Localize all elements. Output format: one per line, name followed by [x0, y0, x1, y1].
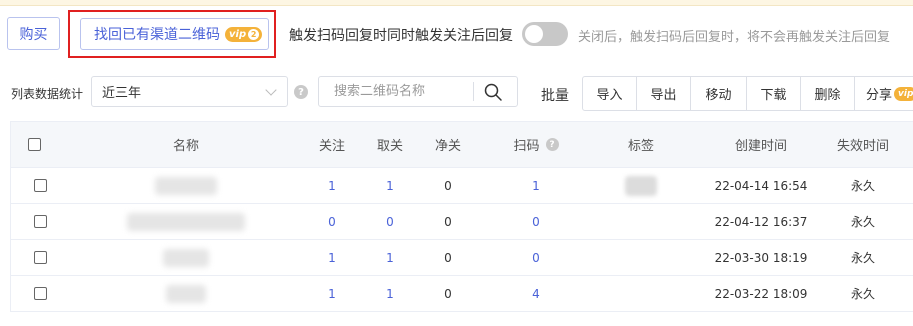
redacted-name — [166, 284, 206, 303]
row-select-cell — [34, 240, 54, 275]
search-divider — [473, 82, 474, 101]
row-unfollow[interactable]: 1 — [365, 240, 415, 275]
row-expire: 永久 — [850, 215, 875, 229]
row-tag — [616, 168, 666, 203]
row-follow[interactable]: 1 — [307, 240, 357, 275]
row-created: 22-04-12 16:37 — [714, 214, 808, 229]
table-header: 名称 关注 取关 净关 扫码? 标签 创建时间 失效时间 — [11, 122, 913, 168]
header-unfollow[interactable]: 取关 — [365, 122, 415, 167]
row-expire: 永久 — [850, 287, 875, 301]
row-scan[interactable]: 1 — [496, 168, 576, 203]
import-button[interactable]: 导入 — [582, 76, 637, 111]
redacted-name — [163, 248, 209, 267]
select-all-cell — [28, 122, 58, 167]
date-range-select[interactable]: 近三年 — [91, 76, 288, 107]
row-follow[interactable]: 1 — [307, 168, 357, 203]
header-name[interactable]: 名称 — [121, 122, 251, 167]
row-unfollow[interactable]: 1 — [365, 168, 415, 203]
row-tag — [616, 276, 666, 311]
row-created: 22-03-30 18:19 — [714, 250, 808, 265]
chevron-down-icon — [265, 84, 277, 96]
row-select-cell — [34, 276, 54, 311]
date-range-value: 近三年 — [102, 86, 142, 101]
row-select-cell — [34, 168, 54, 203]
header-scan-label: 扫码 — [513, 139, 540, 154]
row-checkbox[interactable] — [34, 179, 47, 192]
row-created: 22-03-22 18:09 — [714, 286, 808, 301]
row-net: 0 — [444, 178, 452, 193]
batch-label: 批量 — [541, 88, 569, 104]
row-created: 22-04-14 16:54 — [714, 178, 808, 193]
row-unfollow[interactable]: 0 — [365, 204, 415, 239]
table-row: 0 0 0 0 22-04-12 16:37 永久 — [11, 204, 913, 240]
row-checkbox[interactable] — [34, 251, 47, 264]
row-tag — [616, 240, 666, 275]
header-net[interactable]: 净关 — [423, 122, 473, 167]
find-existing-qrcode-button[interactable]: 找回已有渠道二维码 vip 2 — [80, 18, 269, 50]
row-scan[interactable]: 0 — [496, 240, 576, 275]
header-created[interactable]: 创建时间 — [696, 122, 826, 167]
search-icon[interactable] — [483, 82, 503, 102]
row-follow[interactable]: 1 — [307, 276, 357, 311]
toggle-hint-text: 关闭后，触发扫码后回复时，将不会再触发关注后回复 — [578, 30, 891, 45]
vip-level: 2 — [248, 28, 260, 40]
redacted-tag — [625, 175, 657, 196]
notice-strip — [0, 0, 913, 6]
help-icon[interactable]: ? — [545, 138, 559, 151]
row-name[interactable] — [121, 240, 251, 275]
share-button[interactable]: 分享 vip — [854, 76, 913, 111]
download-button[interactable]: 下载 — [746, 76, 801, 111]
table-row: 1 1 0 1 22-04-14 16:54 永久 — [11, 168, 913, 204]
row-expire: 永久 — [850, 251, 875, 265]
header-tag: 标签 — [627, 139, 654, 154]
share-label: 分享 — [866, 88, 893, 103]
row-name[interactable] — [121, 204, 251, 239]
redacted-name — [155, 176, 217, 195]
row-checkbox[interactable] — [34, 287, 47, 300]
header-scan[interactable]: 扫码? — [496, 122, 576, 167]
row-unfollow[interactable]: 1 — [365, 276, 415, 311]
header-expire[interactable]: 失效时间 — [823, 122, 903, 167]
row-name[interactable] — [121, 168, 251, 203]
reply-toggle-switch[interactable] — [522, 22, 568, 46]
toggle-knob — [525, 25, 543, 43]
vip-badge: vip 2 — [225, 26, 263, 42]
header-follow[interactable]: 关注 — [307, 122, 357, 167]
row-name[interactable] — [121, 276, 251, 311]
vip-badge-text: vip — [229, 28, 247, 40]
qrcode-table: 名称 关注 取关 净关 扫码? 标签 创建时间 失效时间 1 1 0 1 22-… — [10, 121, 913, 312]
search-input[interactable] — [319, 77, 473, 106]
move-button[interactable]: 移动 — [690, 76, 747, 111]
export-button[interactable]: 导出 — [636, 76, 691, 111]
buy-button[interactable]: 购买 — [7, 17, 60, 50]
row-scan[interactable]: 4 — [496, 276, 576, 311]
search-box — [318, 76, 518, 107]
row-net: 0 — [444, 214, 452, 229]
row-checkbox[interactable] — [34, 215, 47, 228]
select-all-checkbox[interactable] — [28, 138, 41, 151]
row-net: 0 — [444, 286, 452, 301]
row-scan[interactable]: 0 — [496, 204, 576, 239]
stat-label: 列表数据统计 — [11, 87, 84, 101]
redacted-name — [127, 212, 245, 231]
batch-actions: 导入 导出 移动 下载 删除 分享 vip — [582, 76, 913, 111]
help-icon[interactable]: ? — [294, 85, 308, 99]
find-button-label: 找回已有渠道二维码 — [94, 27, 220, 43]
row-select-cell — [34, 204, 54, 239]
table-row: 1 1 0 0 22-03-30 18:19 永久 — [11, 240, 913, 276]
row-tag — [616, 204, 666, 239]
row-follow[interactable]: 0 — [307, 204, 357, 239]
row-expire: 永久 — [850, 179, 875, 193]
share-vip-badge: vip — [894, 86, 913, 101]
table-row: 1 1 0 4 22-03-22 18:09 永久 — [11, 276, 913, 312]
delete-button[interactable]: 删除 — [800, 76, 855, 111]
toggle-label: 触发扫码回复时同时触发关注后回复 — [289, 28, 513, 44]
row-net: 0 — [444, 250, 452, 265]
